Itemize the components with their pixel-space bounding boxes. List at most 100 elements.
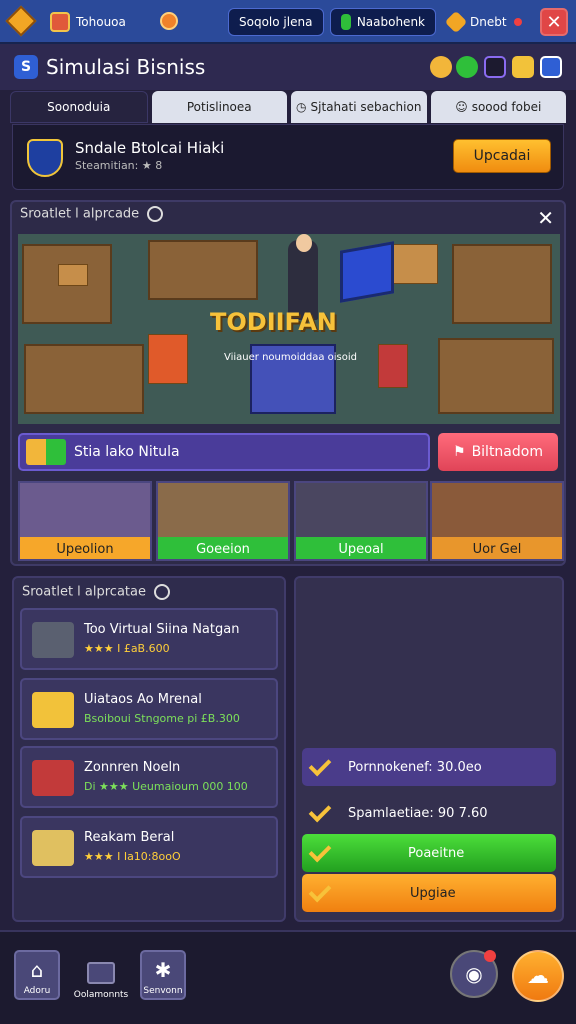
- list-item-title: Zonnren Noeln: [84, 760, 181, 775]
- rich-button-label: Biltnadom: [471, 444, 543, 460]
- gems-label: Dnebt: [470, 15, 507, 29]
- top-tab-1[interactable]: Soqolo jlena: [228, 8, 324, 36]
- cart-icon: [32, 760, 74, 796]
- list-item[interactable]: Zonnren Noeln Di ★★★ Ueumaioum 000 100: [20, 746, 278, 808]
- upgrade-card-2[interactable]: Goeeion: [156, 481, 290, 561]
- list-item-title: Reakam Beral: [84, 830, 175, 845]
- positive-button[interactable]: Poaeitne: [302, 834, 556, 872]
- top-tab-2[interactable]: Naabohenk: [330, 8, 436, 36]
- card-thumb-shelves: [20, 483, 150, 537]
- camera-icon: ◉: [465, 962, 483, 986]
- store-scene[interactable]: TODIIFAN Viiauer noumoiddaa oisoid: [18, 234, 560, 424]
- quest-panel: Sndale Btolcai Hiaki Steamitian: ★ 8 Upc…: [12, 124, 564, 190]
- list-item[interactable]: Reakam Beral ★★★ I Ia10:8ooO: [20, 816, 278, 878]
- top-bar: Tohouoa Soqolo jlena Naabohenk Dnebt ✕: [0, 0, 576, 44]
- hammer-icon: [26, 439, 66, 465]
- rich-button[interactable]: ⚑ Biltnadom: [438, 433, 558, 471]
- tab-production-label: Potislinoea: [186, 100, 252, 114]
- game-panel-title: Sroatlet l alprcade: [20, 206, 164, 222]
- cloud-button[interactable]: ☁: [512, 950, 564, 1002]
- upgrade-card-4[interactable]: Uor Gel: [430, 481, 564, 561]
- nav-settings-button[interactable]: ✱ Senvonn: [140, 950, 186, 1000]
- list-item-sub: ★★★ I Ia10:8ooO: [84, 850, 181, 863]
- app-logo-icon: S: [14, 55, 38, 79]
- gear-icon: ✱: [154, 958, 172, 982]
- info-icon[interactable]: [154, 584, 171, 600]
- gems-counter: Dnebt: [444, 7, 507, 37]
- list-item-sub: Di ★★★ Ueumaioum 000 100: [84, 780, 248, 793]
- shopkeeper-head: [296, 234, 312, 252]
- close-button[interactable]: ✕: [540, 8, 568, 36]
- profile-icon[interactable]: [540, 56, 562, 78]
- list-item[interactable]: Too Virtual Siina Natgan ★★★ I £aB.600: [20, 608, 278, 670]
- tab-overview[interactable]: Soonoduia: [10, 91, 148, 123]
- home-icon: ⌂: [30, 958, 44, 982]
- clover-icon[interactable]: [456, 56, 478, 78]
- monitor-icon: [87, 962, 115, 984]
- box: [58, 264, 88, 286]
- list-item-title: Too Virtual Siina Natgan: [84, 622, 240, 637]
- check-icon: [308, 757, 334, 777]
- hand-truck: [378, 344, 408, 388]
- badge-icon[interactable]: [512, 56, 534, 78]
- cash-icon: [32, 830, 74, 866]
- card-2-button[interactable]: Goeeion: [158, 537, 288, 559]
- gold-cube-icon: [5, 5, 37, 37]
- card-1-button[interactable]: Upeolion: [20, 537, 150, 559]
- ring-icon[interactable]: [484, 56, 506, 78]
- tab-overview-label: Soonoduia: [47, 100, 111, 114]
- performance-bar: Pornnokenef: 30.0eo: [302, 748, 556, 786]
- close-icon[interactable]: ✕: [537, 206, 554, 230]
- quest-upgrade-button[interactable]: Upcadai: [453, 139, 551, 173]
- tab-stats[interactable]: ◷ Sjtahati sebachion: [291, 91, 427, 123]
- sample-label: Spamlaetiae: 90 7.60: [348, 805, 488, 821]
- register: [148, 334, 188, 384]
- list-item-sub: Bsoiboui Stngome pi £B.300: [84, 712, 240, 725]
- trophy-icon[interactable]: [430, 56, 452, 78]
- shelf-mid: [148, 240, 258, 300]
- list-item[interactable]: Uiataos Ao Mrenal Bsoiboui Stngome pi £B…: [20, 678, 278, 740]
- upgrades-list-title: Sroatlet l alprcatae: [22, 584, 171, 600]
- info-icon[interactable]: [147, 206, 164, 222]
- alert-dot-icon: [514, 18, 522, 26]
- square-icon: [341, 14, 351, 30]
- close-icon: ✕: [546, 11, 562, 33]
- card-3-button[interactable]: Upeoal: [296, 537, 426, 559]
- upgrade-button[interactable]: Upgiae: [302, 874, 556, 912]
- upgrades-list-title-text: Sroatlet l alprcatae: [22, 584, 146, 600]
- scene-banner: TODIIFAN: [210, 308, 337, 336]
- page-title: Simulasi Bisniss: [46, 55, 206, 79]
- fire-icon[interactable]: [160, 12, 178, 30]
- coins-counter: Tohouoa: [50, 7, 126, 37]
- tab-food[interactable]: ☺ soood fobei: [430, 91, 566, 123]
- task-bar[interactable]: Stia lako Nitula: [18, 433, 430, 471]
- coins-label: Tohouoa: [76, 15, 126, 29]
- nav-shop-label: Oolamonnts: [73, 990, 129, 1000]
- shield-icon: [27, 139, 63, 177]
- nav-shop-button[interactable]: Oolamonnts: [70, 950, 132, 1000]
- card-thumb-machine: [296, 483, 426, 537]
- scene-caption: Viiauer noumoiddaa oisoid: [224, 352, 357, 363]
- machine-icon: [32, 622, 74, 658]
- upgrade-card-3[interactable]: Upeoal: [294, 481, 428, 561]
- list-item-sub: ★★★ I £aB.600: [84, 642, 170, 655]
- quest-subtitle: Steamitian: ★ 8: [75, 159, 163, 172]
- card-thumb-storage: [432, 483, 562, 537]
- tab-bar: Soonoduia Potislinoea ◷ Sjtahati sebachio…: [10, 91, 566, 123]
- clock-icon: ◷: [296, 100, 307, 114]
- top-tab-1-label: Soqolo jlena: [239, 15, 313, 29]
- positive-label: Poaeitne: [408, 845, 465, 861]
- notification-dot-icon: [484, 950, 496, 962]
- card-4-button[interactable]: Uor Gel: [432, 537, 562, 559]
- performance-label: Pornnokenef: 30.0eo: [348, 759, 482, 775]
- upgrade-card-1[interactable]: Upeolion: [18, 481, 152, 561]
- shelf-left-bottom: [24, 344, 144, 414]
- nav-home-button[interactable]: ⌂ Adoru: [14, 950, 60, 1000]
- smile-icon: ☺: [455, 100, 468, 114]
- tab-production[interactable]: Potislinoea: [151, 91, 287, 123]
- nav-settings-label: Senvonn: [143, 986, 183, 996]
- gem-icon: [444, 10, 468, 34]
- bell-icon: ⚑: [453, 444, 466, 460]
- quest-title: Sndale Btolcai Hiaki: [75, 139, 225, 157]
- task-label: Stia lako Nitula: [74, 444, 180, 460]
